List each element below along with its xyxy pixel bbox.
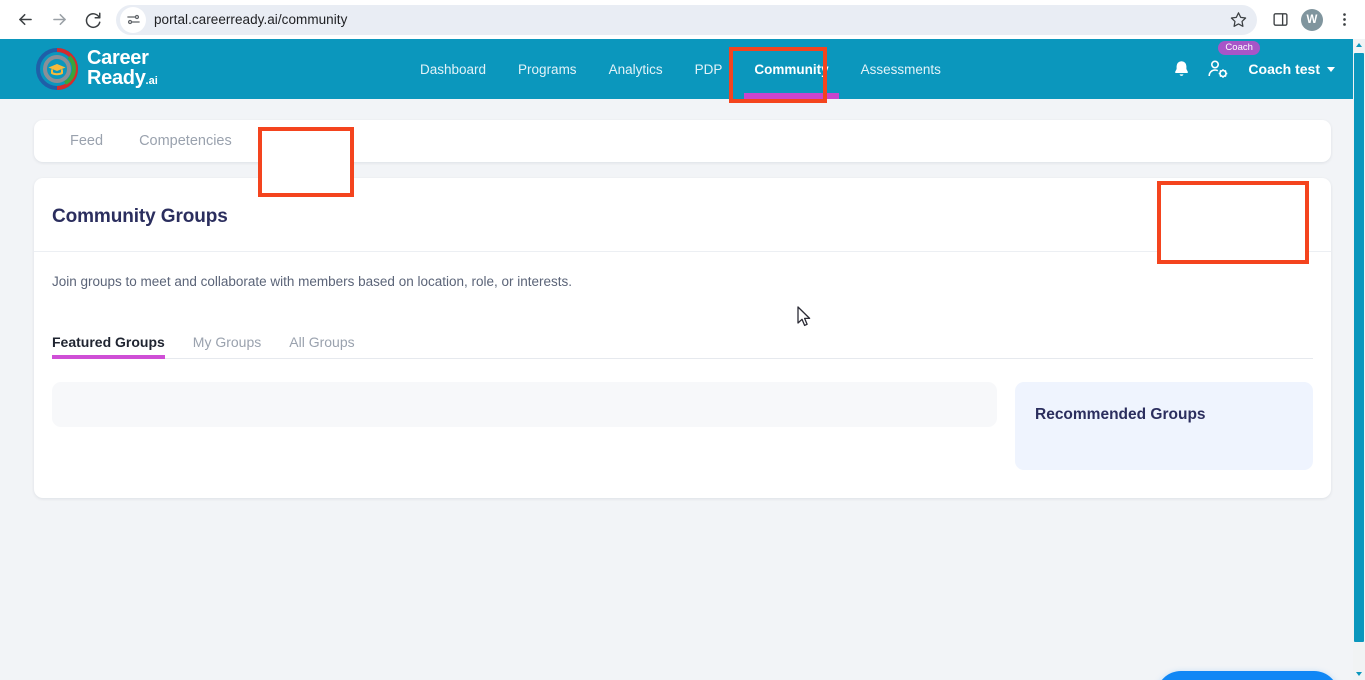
subtab-all-groups[interactable]: All Groups (275, 334, 368, 358)
side-panel-icon[interactable] (1265, 5, 1295, 35)
avatar-initial: W (1301, 8, 1323, 31)
card-header: Community Groups Add New Group (34, 178, 1331, 252)
star-icon[interactable] (1225, 7, 1251, 33)
reload-icon[interactable] (76, 3, 110, 37)
browser-actions: W (1265, 5, 1365, 35)
page-scrollbar[interactable] (1353, 39, 1365, 680)
careerready-logo-icon (35, 47, 79, 91)
subtab-featured-groups[interactable]: Featured Groups (52, 334, 179, 359)
subtab-my-groups[interactable]: My Groups (179, 334, 275, 358)
nav-link-dashboard[interactable]: Dashboard (404, 39, 502, 99)
nav-link-programs[interactable]: Programs (502, 39, 593, 99)
app-header: Career Ready.ai Dashboard Programs Analy… (0, 39, 1353, 99)
groups-body: Recommended Groups (34, 359, 1331, 470)
tab-feed[interactable]: Feed (52, 120, 121, 162)
app-logo[interactable]: Career Ready.ai (35, 47, 158, 91)
tab-groups[interactable]: Groups (250, 120, 334, 162)
card-description: Join groups to meet and collaborate with… (52, 274, 573, 289)
forward-arrow-icon[interactable] (42, 3, 76, 37)
header-actions: Coach Coach test (1171, 39, 1341, 99)
user-menu[interactable]: Coach test (1248, 61, 1335, 77)
tab-competencies[interactable]: Competencies (121, 120, 250, 162)
key-takeaways-button[interactable]: Key Takeaways (1155, 671, 1339, 680)
logo-line-2: Ready.ai (87, 67, 158, 89)
bell-icon[interactable] (1171, 59, 1192, 80)
scrollbar-thumb[interactable] (1354, 53, 1364, 642)
community-groups-card: Community Groups Add New Group Join grou… (34, 178, 1331, 498)
site-settings-icon[interactable] (120, 6, 146, 33)
chevron-down-icon (1327, 66, 1335, 72)
logo-suffix: .ai (145, 75, 158, 87)
main-navigation: Dashboard Programs Analytics PDP Communi… (404, 39, 957, 99)
user-name-label: Coach test (1248, 61, 1320, 77)
user-settings-icon[interactable]: Coach (1206, 41, 1260, 81)
nav-link-pdp[interactable]: PDP (679, 39, 739, 99)
role-badge: Coach (1218, 41, 1260, 56)
group-subtabs: Featured Groups My Groups All Groups (52, 329, 1313, 359)
nav-link-community[interactable]: Community (738, 39, 844, 99)
avatar[interactable]: W (1297, 5, 1327, 35)
kebab-menu-icon[interactable] (1329, 5, 1359, 35)
app-logo-text: Career Ready.ai (87, 49, 158, 88)
browser-toolbar: portal.careerready.ai/community W (0, 0, 1365, 39)
nav-link-assessments[interactable]: Assessments (845, 39, 957, 99)
add-new-group-button[interactable]: Add New Group (1159, 198, 1303, 235)
page-content: Feed Competencies Groups Community Group… (0, 120, 1365, 680)
community-tabs: Feed Competencies Groups (34, 120, 1331, 162)
nav-link-analytics[interactable]: Analytics (593, 39, 679, 99)
groups-placeholder (52, 382, 997, 427)
address-bar[interactable]: portal.careerready.ai/community (116, 4, 1257, 35)
url-text[interactable]: portal.careerready.ai/community (154, 12, 1225, 27)
recommended-groups-title: Recommended Groups (1035, 406, 1206, 423)
scrollbar-up-arrow-icon[interactable] (1353, 39, 1365, 51)
back-arrow-icon[interactable] (8, 3, 42, 37)
scrollbar-down-arrow-icon[interactable] (1353, 668, 1365, 680)
page-title: Community Groups (52, 205, 228, 227)
recommended-groups-panel: Recommended Groups (1015, 382, 1313, 470)
page-viewport: Career Ready.ai Dashboard Programs Analy… (0, 39, 1365, 680)
